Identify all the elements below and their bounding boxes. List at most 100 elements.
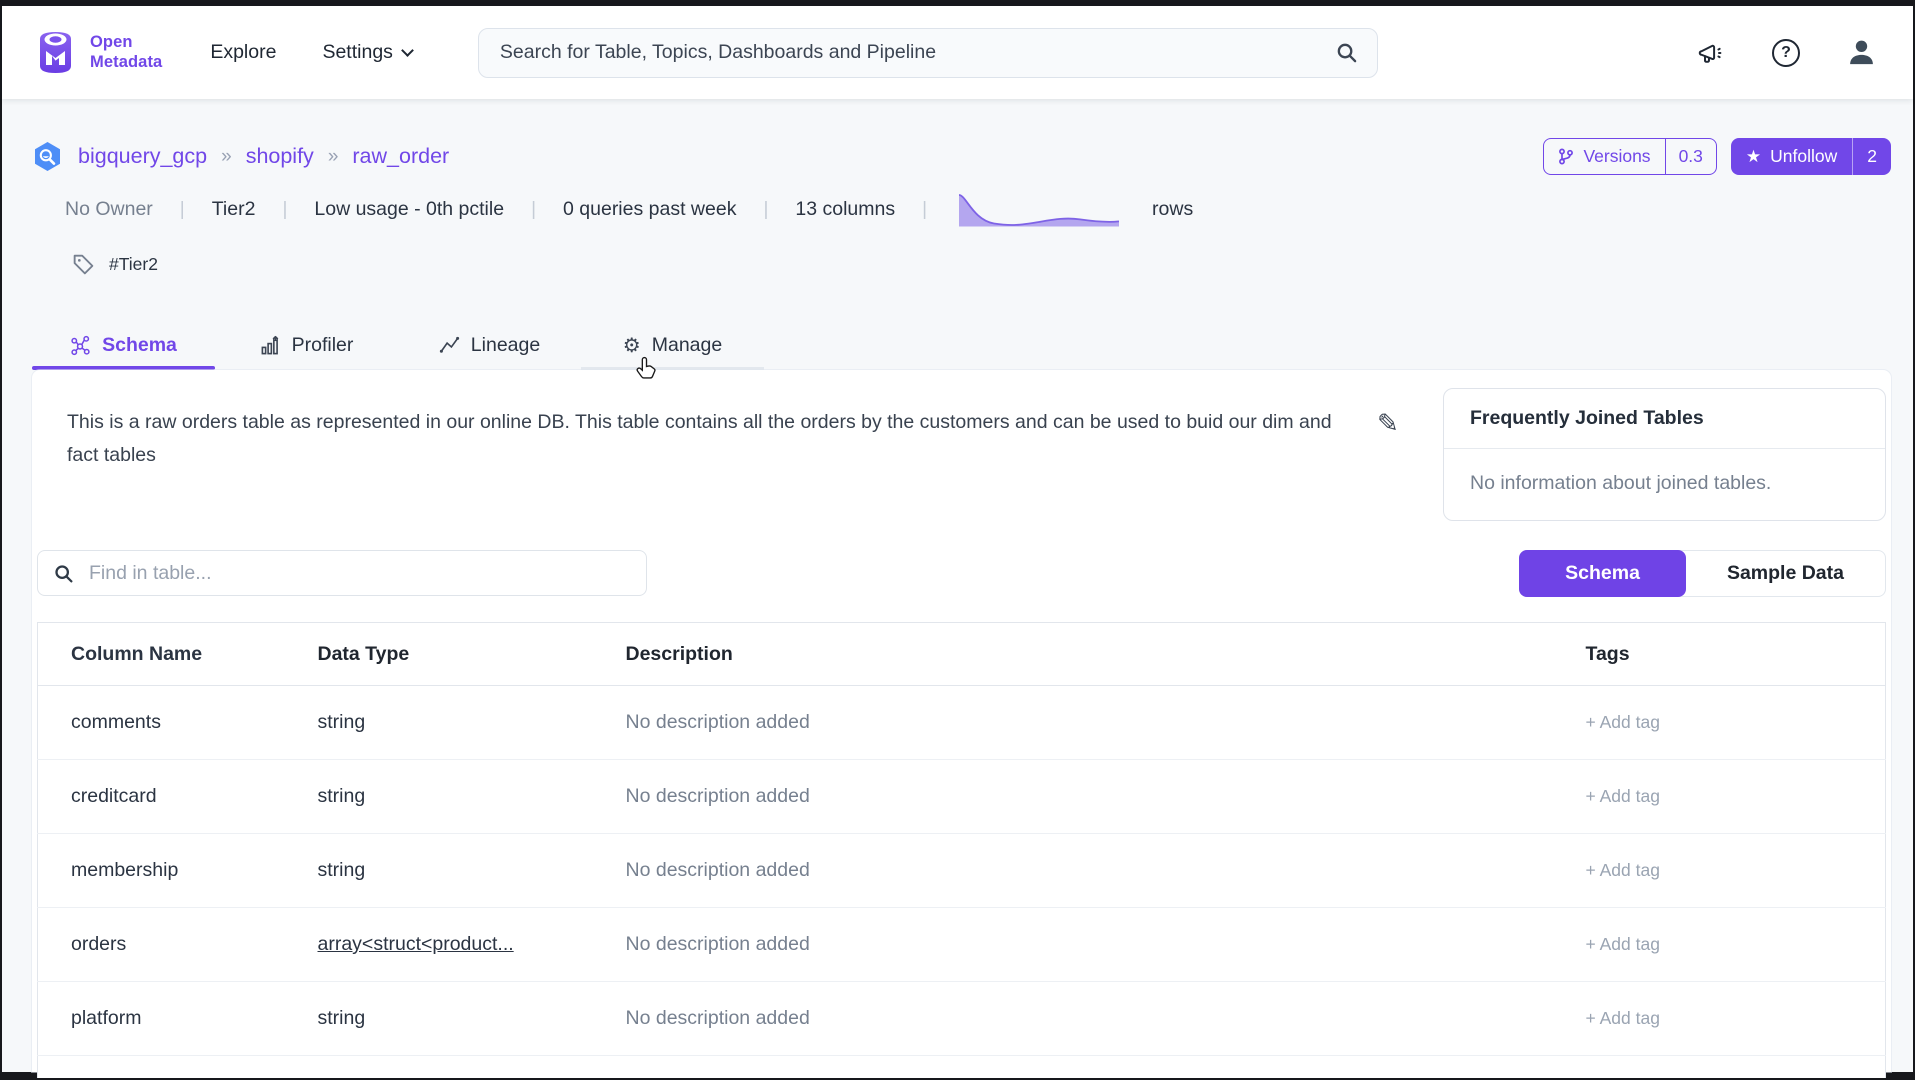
column-description: No description added [626,686,1576,760]
toggle-schema-button[interactable]: Schema [1519,550,1686,597]
tab-manage-label: Manage [652,334,722,357]
unfollow-button[interactable]: ★ Unfollow 2 [1731,138,1891,175]
column-name: membership [38,834,318,908]
add-tag-button[interactable]: + Add tag [1576,982,1886,1056]
column-type-truncated[interactable]: array<struct<product... [318,933,514,955]
versions-button[interactable]: Versions 0.3 [1543,138,1716,175]
column-header-tags: Tags [1576,623,1886,686]
chevron-down-icon [401,44,414,57]
column-name: creditcard [38,760,318,834]
toggle-sample-data-button[interactable]: Sample Data [1686,551,1885,596]
help-glyph: ? [1781,44,1791,62]
table-description: This is a raw orders table as represente… [67,406,1367,472]
tab-lineage[interactable]: Lineage [398,321,581,370]
rows-usage-sparkline [958,191,1121,228]
help-icon[interactable]: ? [1772,39,1800,67]
nav-item-explore[interactable]: Explore [210,41,276,64]
user-avatar[interactable] [1846,37,1877,68]
nav-item-settings[interactable]: Settings [322,41,411,64]
column-type: string [318,760,626,834]
header-icon-group: ? [1698,37,1877,68]
schema-tab-panel: This is a raw orders table as represente… [32,370,1891,1072]
table-row: orders array<struct<product... No descri… [38,908,1886,982]
tag-icon [71,252,96,277]
column-header-type: Data Type [318,623,626,686]
column-description: No description added [626,908,1576,982]
joined-tables-empty-text: No information about joined tables. [1444,449,1885,520]
tab-schema[interactable]: Schema [32,321,215,370]
column-type: string [318,686,626,760]
brand-name: Open Metadata [90,33,162,71]
schema-sampledata-toggle: Schema Sample Data [1519,550,1886,597]
columns-count: 13 columns [795,198,895,221]
global-search-bar[interactable] [478,28,1378,78]
announcements-icon[interactable] [1698,39,1726,67]
column-description: No description added [626,834,1576,908]
version-number: 0.3 [1665,139,1716,174]
search-icon [53,563,74,584]
add-tag-button[interactable]: + Add tag [1576,760,1886,834]
column-type: string [318,982,626,1056]
entity-meta-row: No Owner | Tier2 | Low usage - 0th pctil… [65,191,1891,228]
versions-label: Versions [1583,146,1650,167]
column-description: No description added [626,760,1576,834]
table-row: membership string No description added +… [38,834,1886,908]
column-type: string [318,834,626,908]
entity-tab-bar: Schema Profiler Lineage [32,321,1891,370]
find-in-table-input[interactable] [87,561,631,586]
edit-description-icon[interactable]: ✎ [1377,410,1399,436]
table-row: platform string No description added + A… [38,982,1886,1056]
column-header-name: Column Name [38,623,318,686]
column-name: platform [38,982,318,1056]
column-name: comments [38,686,318,760]
column-description: No description added [626,982,1576,1056]
openmetadata-logo-icon [32,29,79,76]
entity-action-buttons: Versions 0.3 ★ Unfollow 2 [1543,138,1891,175]
breadcrumb-separator: » [328,146,339,168]
table-row-partial [38,1056,1886,1078]
rows-label: rows [1152,198,1193,221]
gear-icon: ⚙ [623,336,641,356]
profiler-tab-icon [260,335,281,356]
joined-tables-title: Frequently Joined Tables [1444,389,1885,449]
entity-tags-row: #Tier2 [71,252,1891,277]
nav-explore-label: Explore [210,41,276,64]
add-tag-button[interactable]: + Add tag [1576,908,1886,982]
tab-lineage-label: Lineage [471,334,540,357]
divider: | [180,199,185,221]
global-search-input[interactable] [498,40,1335,65]
top-navigation-bar: Open Metadata Explore Settings [2,6,1913,99]
entity-page: bigquery_gcp » shopify » raw_order Versi… [2,99,1913,1072]
breadcrumb-service[interactable]: bigquery_gcp [78,144,207,169]
divider: | [922,199,927,221]
table-header-row: Column Name Data Type Description Tags [38,623,1886,686]
add-tag-button[interactable]: + Add tag [1576,834,1886,908]
divider: | [763,199,768,221]
column-header-description: Description [626,623,1576,686]
frequently-joined-tables-card: Frequently Joined Tables No information … [1443,388,1886,521]
find-in-table-search[interactable] [37,550,647,596]
column-type-expand-link[interactable]: array<struct<product... [318,908,626,982]
version-branch-icon [1558,148,1574,165]
tab-manage[interactable]: ⚙ Manage [581,321,764,370]
search-icon[interactable] [1335,41,1358,64]
breadcrumb-database[interactable]: shopify [246,144,314,169]
tier-value: Tier2 [212,198,256,221]
breadcrumb-separator: » [221,146,232,168]
divider: | [531,199,536,221]
breadcrumb-table[interactable]: raw_order [352,144,449,169]
add-tag-button[interactable]: + Add tag [1576,686,1886,760]
table-row: comments string No description added + A… [38,686,1886,760]
openmetadata-logo[interactable]: Open Metadata [32,29,162,76]
column-name: orders [38,908,318,982]
unfollow-label: Unfollow [1770,146,1837,167]
follower-count[interactable]: 2 [1852,138,1891,175]
queries-value: 0 queries past week [563,198,736,221]
breadcrumb: bigquery_gcp » shopify » raw_order [78,144,449,169]
nav-settings-label: Settings [322,41,392,64]
tab-schema-label: Schema [102,334,177,357]
star-icon: ★ [1746,148,1761,165]
tab-profiler[interactable]: Profiler [215,321,398,370]
tier-tag-label[interactable]: #Tier2 [109,254,158,275]
table-row: creditcard string No description added +… [38,760,1886,834]
